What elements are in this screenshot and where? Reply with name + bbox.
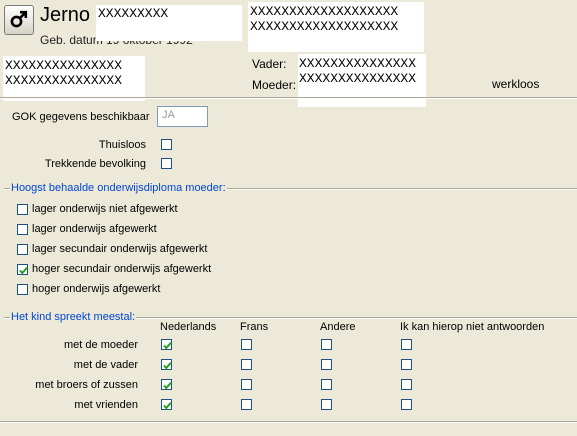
checkmark-icon: [163, 341, 172, 350]
bottom-divider: [0, 421, 577, 423]
gender-button[interactable]: [4, 5, 34, 35]
male-symbol-icon: [9, 9, 29, 32]
language-row-label: met de vader: [73, 359, 138, 371]
left-redaction-line: XXXXXXXXXXXXXXX: [5, 73, 123, 88]
checkmark-icon: [19, 266, 28, 275]
gok-value-field: JA: [157, 106, 208, 127]
header-divider: [0, 97, 577, 99]
first-name: Jerno: [40, 4, 91, 26]
diploma-option-checkbox[interactable]: [17, 244, 28, 255]
language-checkbox[interactable]: [161, 339, 172, 350]
checkmark-icon: [163, 381, 172, 390]
language-checkbox[interactable]: [401, 399, 412, 410]
language-checkbox[interactable]: [321, 359, 332, 370]
language-checkbox[interactable]: [321, 399, 332, 410]
diploma-option-label: hoger onderwijs afgewerkt: [32, 283, 161, 295]
thuisloos-checkbox[interactable]: [161, 139, 172, 150]
gok-label: GOK gegevens beschikbaar: [12, 111, 150, 123]
parents-redaction-line: XXXXXXXXXXXXXXX: [299, 56, 417, 71]
diploma-option-checkbox[interactable]: [17, 224, 28, 235]
language-row-label: met de moeder: [64, 339, 138, 351]
language-checkbox[interactable]: [241, 359, 252, 370]
trekkende-checkbox[interactable]: [161, 158, 172, 169]
language-checkbox[interactable]: [161, 359, 172, 370]
language-checkbox[interactable]: [401, 379, 412, 390]
language-checkbox[interactable]: [241, 339, 252, 350]
language-row-label: met broers of zussen: [35, 379, 138, 391]
address-redaction-line: XXXXXXXXXXXXXXXXXXX: [250, 4, 399, 19]
diploma-option-label: lager secundair onderwijs afgewerkt: [32, 243, 208, 255]
language-checkbox[interactable]: [241, 379, 252, 390]
trekkende-label: Trekkende bevolking: [44, 158, 146, 170]
checkmark-icon: [163, 401, 172, 410]
parents-redaction: XXXXXXXXXXXXXXX XXXXXXXXXXXXXXX: [298, 54, 426, 107]
diploma-option-label: lager onderwijs afgewerkt: [32, 223, 157, 235]
employment-status: werkloos: [492, 77, 540, 91]
diploma-group-title: Hoogst behaalde onderwijsdiploma moeder:: [10, 182, 227, 195]
left-redaction: XXXXXXXXXXXXXXX XXXXXXXXXXXXXXX: [3, 56, 145, 101]
language-checkbox[interactable]: [321, 339, 332, 350]
diploma-option-checkbox[interactable]: [17, 204, 28, 215]
diploma-option-checkbox[interactable]: [17, 264, 28, 275]
thuisloos-label: Thuisloos: [98, 139, 146, 151]
language-column-header: Nederlands: [160, 321, 217, 333]
diploma-option-label: lager onderwijs niet afgewerkt: [32, 203, 178, 215]
language-group-title: Het kind spreekt meestal:: [10, 311, 137, 324]
diploma-option-checkbox[interactable]: [17, 284, 28, 295]
left-redaction-line: XXXXXXXXXXXXXXX: [5, 58, 123, 73]
language-checkbox[interactable]: [401, 359, 412, 370]
language-column-header: Ik kan hierop niet antwoorden: [400, 321, 545, 333]
checkmark-icon: [163, 361, 172, 370]
language-column-header: Frans: [240, 321, 269, 333]
name-redaction: XXXXXXXXX: [96, 5, 242, 41]
diploma-option-label: hoger secundair onderwijs afgewerkt: [32, 263, 212, 275]
language-column-header: Andere: [320, 321, 356, 333]
address-redaction: XXXXXXXXXXXXXXXXXXX XXXXXXXXXXXXXXXXXXX: [248, 2, 424, 52]
moeder-label: Moeder:: [252, 78, 297, 92]
language-row-label: met vrienden: [74, 399, 138, 411]
language-checkbox[interactable]: [161, 379, 172, 390]
address-redaction-line: XXXXXXXXXXXXXXXXXXX: [250, 19, 399, 34]
language-checkbox[interactable]: [161, 399, 172, 410]
language-checkbox[interactable]: [321, 379, 332, 390]
parents-redaction-line: XXXXXXXXXXXXXXX: [299, 71, 417, 86]
language-checkbox[interactable]: [241, 399, 252, 410]
language-checkbox[interactable]: [401, 339, 412, 350]
vader-label: Vader:: [252, 57, 287, 71]
